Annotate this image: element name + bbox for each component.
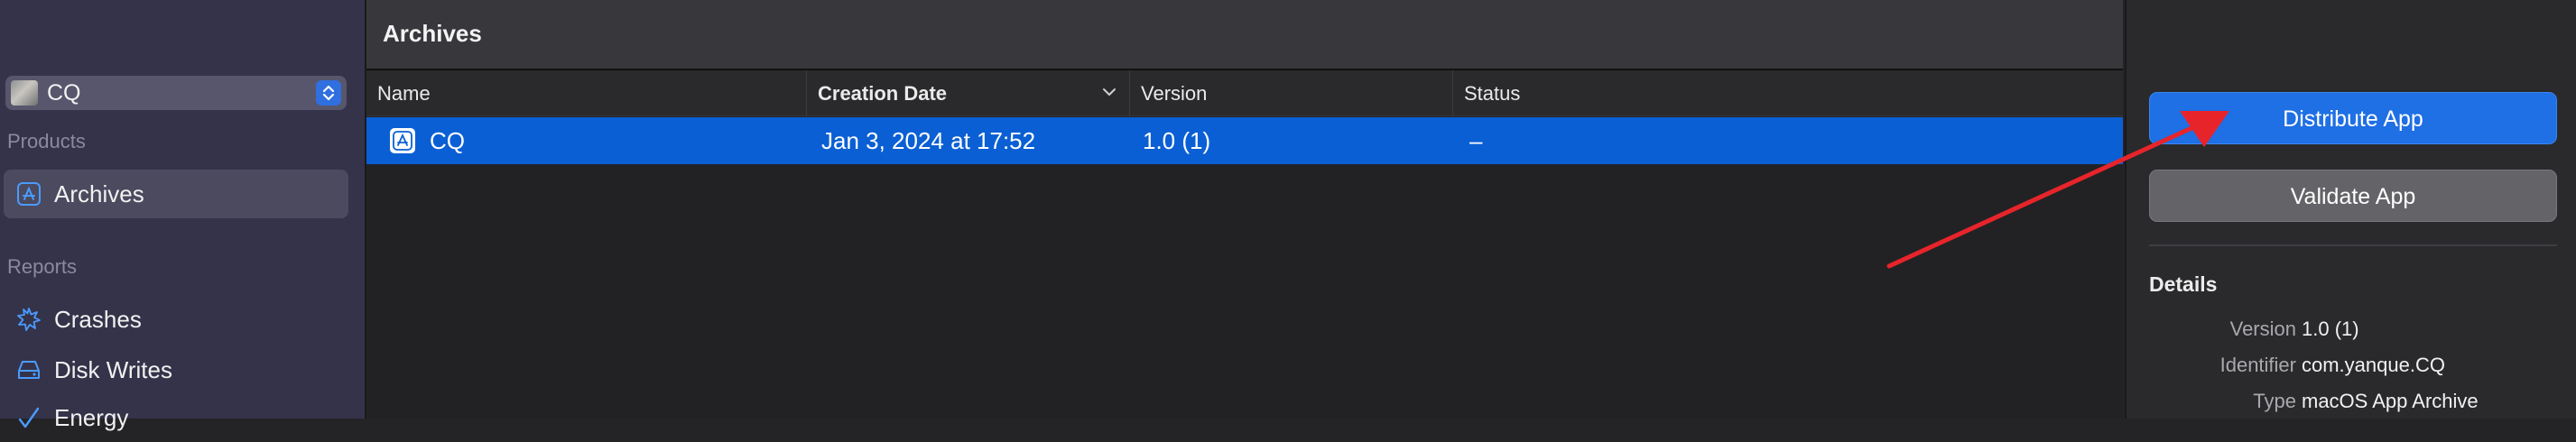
table-row[interactable]: CQ Jan 3, 2024 at 17:52 1.0 (1) – (366, 117, 2123, 164)
chevron-down-icon (1103, 88, 1116, 96)
detail-key: Type (2253, 390, 2296, 412)
detail-row-identifier: Identifier com.yanque.CQ (2127, 352, 2576, 379)
scheme-label: CQ (47, 80, 81, 106)
page-title: Archives (383, 20, 482, 47)
column-header-creation-date[interactable]: Creation Date (807, 70, 1130, 115)
detail-key: Identifier (2219, 354, 2296, 376)
section-title-products: Products (7, 130, 86, 152)
disk-icon (18, 361, 40, 379)
cell-status: – (1469, 127, 1483, 154)
sidebar-item-energy[interactable]: Energy (4, 393, 348, 442)
column-header-label: Name (377, 82, 431, 105)
sidebar-item-label: Crashes (54, 306, 142, 333)
column-header-label: Status (1464, 82, 1521, 105)
sidebar-item-label: Archives (54, 180, 144, 207)
detail-row-version: Version 1.0 (1) (2127, 316, 2576, 343)
detail-value: com.yanque.CQ (2302, 354, 2445, 376)
app-thumbnail-icon (11, 80, 38, 106)
detail-key: Version (2229, 318, 2296, 340)
app-icon (390, 128, 415, 153)
column-header-label: Version (1141, 82, 1208, 105)
cell-creation-date: Jan 3, 2024 at 17:52 (821, 127, 1036, 154)
sidebar-item-label: Energy (54, 404, 129, 431)
sidebar-item-label: Disk Writes (54, 356, 172, 383)
cell-name: CQ (430, 127, 465, 154)
scheme-selector[interactable]: CQ (5, 76, 347, 110)
sidebar: CQ Products Archives Reports Crashes Dis… (0, 0, 366, 431)
app-icon (17, 182, 41, 206)
detail-value: 1.0 (1) (2302, 318, 2359, 340)
detail-row-type: Type macOS App Archive (2127, 388, 2576, 415)
sidebar-item-disk-writes[interactable]: Disk Writes (4, 345, 348, 394)
chevron-updown-icon[interactable] (316, 80, 341, 106)
table-header: Name Creation Date Version Status (366, 70, 2123, 116)
section-title-reports: Reports (7, 255, 78, 278)
archives-list-pane: Archives Name Creation Date Version Stat… (366, 0, 2123, 419)
annotation-arrow (1886, 111, 2229, 269)
crash-icon (17, 308, 41, 331)
xcode-organizer-window: CQ Products Archives Reports Crashes Dis… (0, 0, 2576, 431)
sidebar-item-crashes[interactable]: Crashes (4, 295, 348, 344)
column-header-version[interactable]: Version (1130, 70, 1453, 115)
column-header-label: Creation Date (818, 82, 948, 105)
energy-icon (18, 407, 40, 428)
sidebar-item-archives[interactable]: Archives (4, 170, 348, 218)
list-header-bar: Archives (366, 0, 2123, 70)
cell-version: 1.0 (1) (1143, 127, 1211, 154)
detail-value: macOS App Archive (2302, 390, 2479, 412)
column-header-name[interactable]: Name (366, 70, 807, 115)
